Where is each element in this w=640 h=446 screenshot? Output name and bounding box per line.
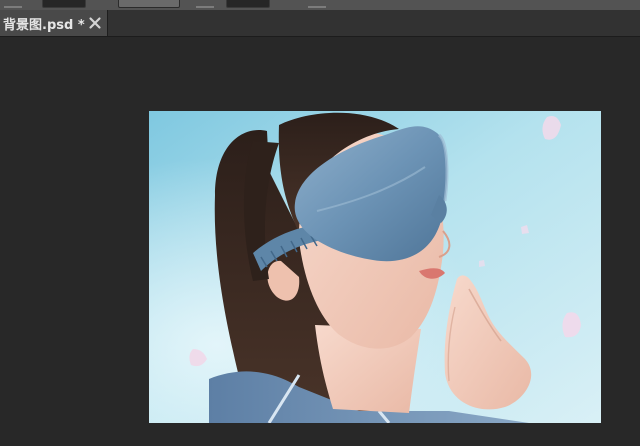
document-tab-bar: 背景图.psd *	[0, 10, 640, 37]
options-label-2	[196, 0, 214, 8]
close-icon[interactable]	[88, 16, 102, 30]
options-bar	[0, 0, 640, 10]
options-button[interactable]	[118, 0, 180, 8]
options-label-1	[4, 0, 22, 8]
document-canvas[interactable]	[149, 111, 601, 423]
options-field-1[interactable]	[42, 0, 86, 8]
document-tab[interactable]: 背景图.psd *	[0, 10, 108, 36]
document-tab-title: 背景图.psd *	[3, 17, 85, 33]
options-field-2[interactable]	[226, 0, 270, 8]
artwork-image	[149, 111, 601, 423]
options-label-3	[308, 0, 326, 8]
